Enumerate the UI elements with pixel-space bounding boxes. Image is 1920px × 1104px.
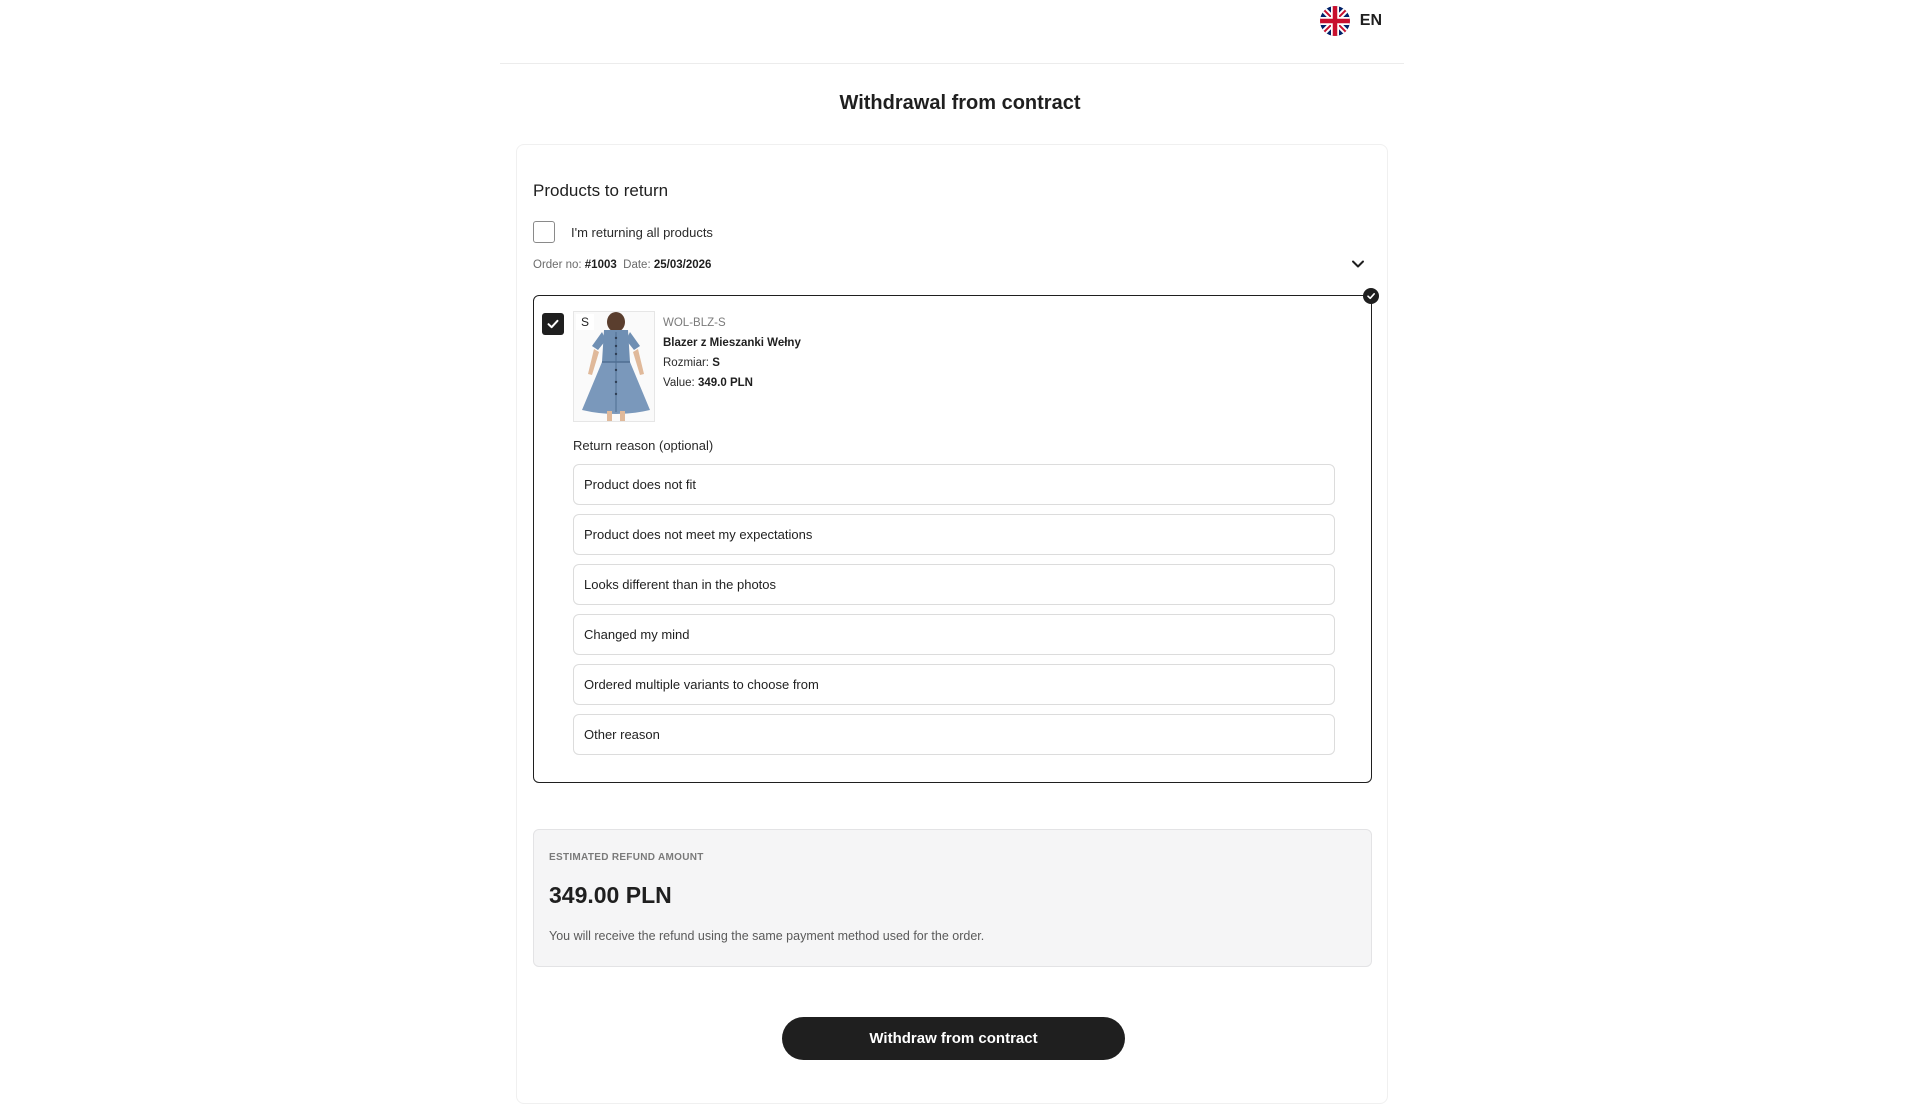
product-checkbox[interactable] <box>542 313 564 335</box>
checkmark-icon <box>547 319 559 329</box>
order-date: 25/03/2026 <box>653 259 712 271</box>
refund-label: ESTIMATED REFUND AMOUNT <box>549 852 704 863</box>
return-all-checkbox[interactable] <box>533 221 555 243</box>
order-no-label: Order no: <box>533 259 582 271</box>
reason-option[interactable]: Product does not fit <box>573 464 1335 505</box>
return-reason-list: Product does not fit Product does not me… <box>573 464 1335 764</box>
page-title: Withdrawal from contract <box>839 92 1081 114</box>
size-tag: S <box>576 314 595 330</box>
size-value: S <box>712 357 720 369</box>
size-label: Rozmiar: <box>663 357 710 369</box>
uk-flag-icon <box>1319 6 1350 36</box>
return-all-products-option[interactable]: I'm returning all products <box>533 221 713 243</box>
refund-amount: 349.00 PLN <box>549 882 672 908</box>
reason-option[interactable]: Looks different than in the photos <box>573 564 1335 605</box>
reason-option[interactable]: Changed my mind <box>573 614 1335 655</box>
refund-summary: ESTIMATED REFUND AMOUNT 349.00 PLN You w… <box>533 829 1372 967</box>
product-image: S <box>573 311 655 422</box>
reason-option[interactable]: Ordered multiple variants to choose from <box>573 664 1335 705</box>
reason-option[interactable]: Other reason <box>573 714 1335 755</box>
order-no: #1003 <box>584 259 617 271</box>
return-all-label: I'm returning all products <box>571 224 713 240</box>
chevron-down-icon[interactable] <box>1349 255 1367 273</box>
language-code: EN <box>1359 12 1382 29</box>
reason-option[interactable]: Product does not meet my expectations <box>573 514 1335 555</box>
language-selector[interactable]: EN <box>1319 6 1382 36</box>
return-reason-label: Return reason (optional) <box>573 438 714 453</box>
selected-check-icon <box>1363 288 1379 304</box>
product-value: Value: 349.0 PLN <box>663 373 801 393</box>
value-label: Value: <box>663 377 695 389</box>
order-meta: Order no: #1003 Date: 25/03/2026 <box>533 259 711 271</box>
value-amount: 349.0 PLN <box>697 377 753 389</box>
product-size: Rozmiar: S <box>663 353 801 373</box>
product-sku: WOL-BLZ-S <box>663 317 726 329</box>
product-name: Blazer z Mieszanki Wełny <box>663 337 801 349</box>
header: EN <box>500 0 1404 64</box>
date-label: Date: <box>623 259 651 271</box>
product-info: WOL-BLZ-S Blazer z Mieszanki Wełny Rozmi… <box>663 313 801 393</box>
withdraw-button[interactable]: Withdraw from contract <box>782 1017 1125 1060</box>
section-title: Products to return <box>533 181 669 200</box>
product-item-card[interactable]: S WOL-BLZ-S Blazer z Mieszanki Wełny Roz… <box>533 288 1379 783</box>
return-form-card: Products to return I'm returning all pro… <box>516 144 1388 1104</box>
refund-note: You will receive the refund using the sa… <box>549 929 985 943</box>
